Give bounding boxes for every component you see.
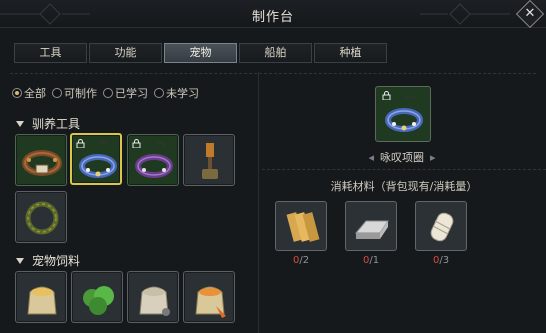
radio-icon: [103, 88, 113, 98]
collapse-triangle-icon: [16, 120, 24, 127]
panel-divider: [258, 72, 259, 333]
materials-title: 消耗材料（背包现有/消耗量）: [330, 180, 478, 193]
material-have: 0: [432, 255, 440, 266]
category-header-taming-tools[interactable]: 驯养工具: [16, 115, 80, 132]
tab-tools[interactable]: 工具: [14, 43, 87, 63]
close-icon: ✕: [524, 6, 536, 21]
material-count-iron-ingot: 0/1: [362, 255, 380, 266]
grain-sack-icon: [27, 286, 57, 315]
brown-collar-icon: [22, 150, 62, 176]
lock-icon: [76, 139, 85, 148]
radio-icon: [154, 88, 164, 98]
material-need: 2: [302, 255, 310, 266]
radio-selected-icon: [12, 88, 22, 98]
material-need: 3: [442, 255, 450, 266]
tab-ships[interactable]: 船舶: [239, 43, 312, 63]
category-title: 驯养工具: [32, 117, 81, 131]
material-count-cloth-roll: 0/3: [432, 255, 450, 266]
recipe-slot-brown-collar[interactable]: [15, 134, 67, 186]
filter-craftable[interactable]: 可制作: [52, 85, 97, 101]
material-count-wood-planks: 0/2: [292, 255, 310, 266]
header-divider: [0, 70, 546, 78]
material-have: 0: [362, 255, 370, 266]
next-item-arrow-icon[interactable]: ▸: [430, 151, 436, 164]
filter-label: 可制作: [64, 87, 97, 100]
filter-learned[interactable]: 已学习: [103, 85, 148, 101]
collapse-triangle-icon: [16, 257, 24, 264]
material-need: 1: [372, 255, 380, 266]
filter-unlearned[interactable]: 未学习: [154, 85, 199, 101]
selected-item-name: 咏叹项圈: [380, 151, 424, 164]
material-slot-wood-planks[interactable]: [275, 201, 327, 251]
recipe-filter: 全部 可制作 已学习 未学习: [12, 85, 205, 101]
leaf-wreath-icon: [25, 201, 59, 235]
material-slot-iron-ingot[interactable]: [345, 201, 397, 251]
lock-icon: [382, 91, 391, 100]
category-header-pet-feed[interactable]: 宠物饲料: [16, 252, 80, 269]
filter-all[interactable]: 全部: [12, 85, 46, 101]
green-feed-icon: [83, 286, 114, 315]
selected-item-name-row: ◂ 咏叹项圈 ▸: [352, 149, 452, 165]
carrot-sack-icon: [195, 286, 226, 318]
recipe-slot-leaf-wreath[interactable]: [15, 191, 67, 243]
radio-icon: [52, 88, 62, 98]
recipe-slot-stone-sack[interactable]: [127, 271, 179, 323]
tab-planting[interactable]: 种植: [314, 43, 387, 63]
recipe-slot-purple-collar[interactable]: [127, 134, 179, 186]
wood-planks-icon: [286, 212, 320, 242]
category-title: 宠物饲料: [32, 254, 81, 268]
window-title: 制作台: [251, 10, 294, 25]
torch-lure-icon: [202, 143, 218, 179]
prev-item-arrow-icon[interactable]: ◂: [368, 151, 374, 164]
filter-label: 已学习: [115, 87, 148, 100]
recipe-slot-torch-lure[interactable]: [183, 134, 235, 186]
cloth-roll-icon: [430, 212, 454, 242]
title-bar: 制作台 ✕: [0, 0, 546, 29]
stone-sack-icon: [139, 286, 170, 316]
tab-pets[interactable]: 宠物: [164, 43, 237, 63]
recipe-slot-carrot-sack[interactable]: [183, 271, 235, 323]
material-slot-cloth-roll[interactable]: [415, 201, 467, 251]
tab-functions[interactable]: 功能: [89, 43, 162, 63]
recipe-slot-blue-collar[interactable]: [70, 133, 122, 185]
recipe-slot-grain-sack[interactable]: [15, 271, 67, 323]
materials-divider: [262, 169, 546, 170]
filter-label: 未学习: [166, 87, 199, 100]
selected-item-preview: [375, 86, 431, 142]
category-tabs: 工具 功能 宠物 船舶 种植: [14, 43, 389, 63]
recipe-slot-green-feed[interactable]: [71, 271, 123, 323]
iron-ingot-icon: [354, 220, 389, 239]
filter-label: 全部: [24, 87, 46, 100]
lock-icon: [132, 139, 141, 148]
material-have: 0: [292, 255, 300, 266]
